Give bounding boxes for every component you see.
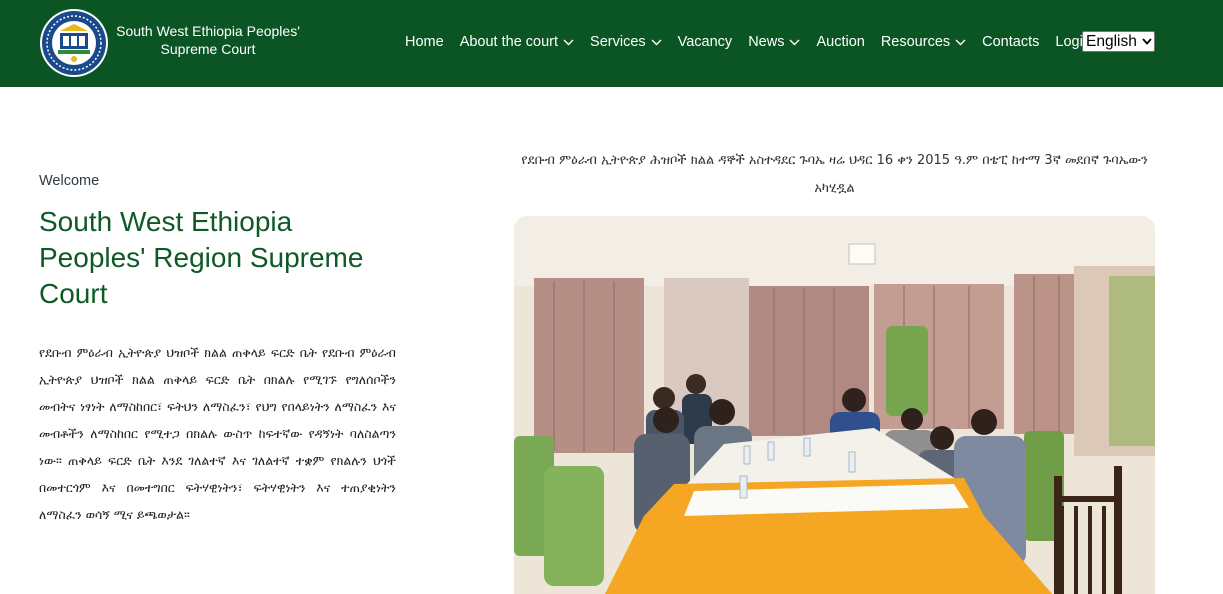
nav-services-label: Services [590, 34, 646, 50]
nav-vacancy-label: Vacancy [677, 34, 733, 50]
chevron-down-icon [651, 39, 662, 46]
nav-news-label: News [748, 34, 785, 50]
nav-home[interactable]: Home [405, 34, 444, 50]
nav-news[interactable]: News [748, 34, 800, 50]
nav-about-the-court[interactable]: About the court [460, 34, 574, 50]
language-select-value: English [1086, 32, 1137, 50]
site-header: South West Ethiopia Peoples' Supreme Cou… [0, 0, 1223, 87]
welcome-label: Welcome [39, 173, 100, 189]
language-select[interactable]: English [1082, 31, 1155, 52]
nav-resources[interactable]: Resources [881, 34, 966, 50]
nav-auction-label: Auction [816, 34, 865, 50]
news-photo[interactable] [514, 216, 1155, 594]
brand-line-1: South West Ethiopia Peoples' [116, 23, 300, 39]
nav-services[interactable]: Services [590, 34, 662, 50]
nav-contacts[interactable]: Contacts [982, 34, 1039, 50]
chevron-down-icon [1140, 38, 1154, 45]
chevron-down-icon [563, 39, 574, 46]
court-emblem-icon[interactable] [40, 9, 108, 77]
nav-about-label: About the court [459, 34, 559, 50]
nav-resources-label: Resources [880, 34, 951, 50]
brand-line-2: Supreme Court [160, 41, 256, 57]
chevron-down-icon [955, 39, 966, 46]
intro-paragraph: የደቡብ ምዕራብ ኢትዮጵያ ህዝቦች ክልል ጠቅላይ ፍርድ ቤት የደቡ… [39, 345, 396, 522]
nav-home-label: Home [405, 34, 444, 50]
chevron-down-icon [789, 39, 800, 46]
nav-vacancy[interactable]: Vacancy [678, 34, 733, 50]
nav-auction[interactable]: Auction [816, 34, 864, 50]
news-caption[interactable]: የደቡብ ምዕራብ ኢትዮጵያ ሕዝቦች ክልል ዳኞች አስተዳደር ጉባኤ … [514, 147, 1155, 203]
page-title: South West Ethiopia Peoples' Region Supr… [39, 206, 364, 309]
main-nav: Home About the court Services Vacancy Ne… [405, 31, 1107, 53]
site-brand-name[interactable]: South West Ethiopia Peoples' Supreme Cou… [112, 22, 304, 58]
nav-contacts-label: Contacts [982, 34, 1040, 50]
